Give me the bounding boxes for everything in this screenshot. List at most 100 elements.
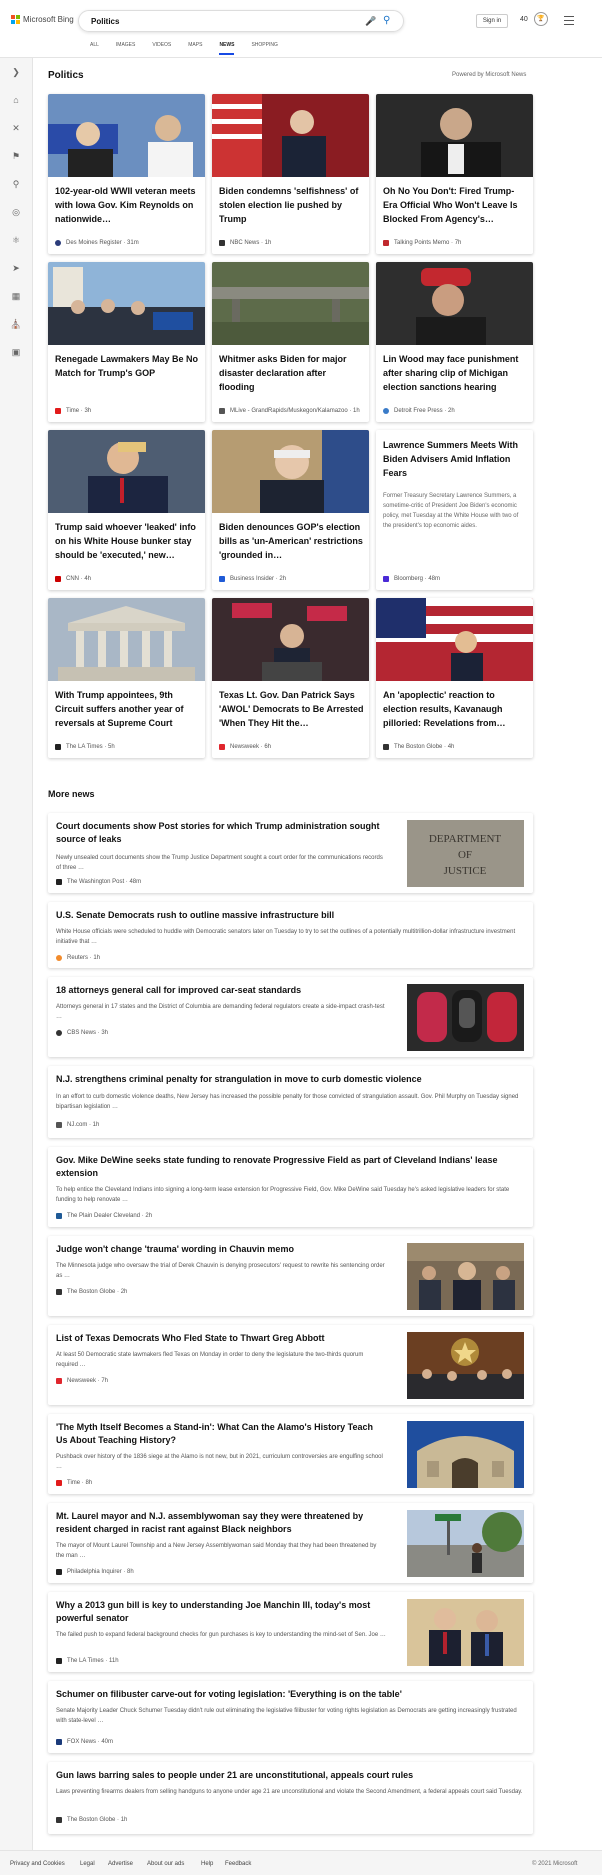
bing-logo[interactable]: Microsoft Bing bbox=[11, 15, 74, 24]
item-thumbnail: DEPARTMENT OF JUSTICE bbox=[407, 820, 524, 887]
list-item[interactable]: N.J. strengthens criminal penalty for st… bbox=[48, 1066, 533, 1138]
science-icon[interactable]: ⚛ bbox=[10, 234, 22, 246]
item-thumbnail bbox=[407, 984, 524, 1051]
card-headline: With Trump appointees, 9th Circuit suffe… bbox=[55, 690, 184, 728]
footer-link-about-ads[interactable]: About our ads bbox=[147, 1861, 184, 1867]
item-snippet: In an effort to curb domestic violence d… bbox=[56, 1094, 519, 1110]
source-logo-icon bbox=[56, 1480, 62, 1486]
news-card[interactable]: Trump said whoever 'leaked' info on his … bbox=[48, 430, 205, 590]
list-item[interactable]: 18 attorneys general call for improved c… bbox=[48, 977, 533, 1057]
item-source: The Boston Globe · 1h bbox=[56, 1817, 127, 1823]
card-image bbox=[48, 598, 205, 681]
card-source: Talking Points Memo · 7h bbox=[383, 240, 461, 246]
money-icon[interactable]: ▣ bbox=[10, 346, 22, 358]
source-logo-icon bbox=[383, 576, 389, 582]
item-snippet: Pushback over history of the 1836 siege … bbox=[56, 1454, 383, 1470]
news-card[interactable]: Biden denounces GOP's election bills as … bbox=[212, 430, 369, 590]
list-item[interactable]: Judge won't change 'trauma' wording in C… bbox=[48, 1236, 533, 1316]
list-item[interactable]: 'The Myth Itself Becomes a Stand-in': Wh… bbox=[48, 1414, 533, 1494]
footer-link-privacy[interactable]: Privacy and Cookies bbox=[10, 1861, 65, 1867]
list-item[interactable]: U.S. Senate Democrats rush to outline ma… bbox=[48, 902, 533, 968]
svg-text:DEPARTMENT: DEPARTMENT bbox=[429, 833, 502, 845]
list-item[interactable]: Gun laws barring sales to people under 2… bbox=[48, 1762, 533, 1834]
card-headline: Lin Wood may face punishment after shari… bbox=[383, 354, 519, 392]
list-item[interactable]: Why a 2013 gun bill is key to understand… bbox=[48, 1592, 533, 1672]
item-snippet: Senate Majority Leader Chuck Schumer Tue… bbox=[56, 1708, 517, 1724]
menu-icon[interactable] bbox=[564, 16, 574, 28]
item-headline: Court documents show Post stories for wh… bbox=[56, 821, 380, 844]
card-headline: Biden denounces GOP's election bills as … bbox=[219, 522, 363, 560]
sign-in-button[interactable]: Sign in bbox=[476, 14, 508, 28]
flag-icon[interactable]: ⚑ bbox=[10, 150, 22, 162]
search-icon[interactable]: ⚲ bbox=[383, 15, 390, 26]
powered-by[interactable]: Powered by Microsoft News bbox=[452, 72, 526, 78]
microsoft-logo-icon bbox=[11, 15, 20, 24]
item-headline: Gov. Mike DeWine seeks state funding to … bbox=[56, 1155, 498, 1178]
news-card[interactable]: Lawrence Summers Meets With Biden Advise… bbox=[376, 430, 533, 590]
item-source: FOX News · 40m bbox=[56, 1739, 113, 1745]
search-input[interactable]: Politics bbox=[91, 17, 119, 26]
card-source: The Boston Globe · 4h bbox=[383, 744, 454, 750]
list-item[interactable]: List of Texas Democrats Who Fled State t… bbox=[48, 1325, 533, 1405]
news-card[interactable]: An 'apoplectic' reaction to election res… bbox=[376, 598, 533, 758]
card-image bbox=[48, 262, 205, 345]
card-snippet: Former Treasury Secretary Lawrence Summe… bbox=[383, 493, 519, 529]
card-headline: Oh No You Don't: Fired Trump-Era Officia… bbox=[383, 186, 518, 224]
tab-news[interactable]: NEWS bbox=[219, 42, 235, 55]
tab-all[interactable]: ALL bbox=[90, 42, 99, 55]
search-box[interactable]: Politics 🎤 ⚲ bbox=[78, 10, 404, 32]
news-card[interactable]: Whitmer asks Biden for major disaster de… bbox=[212, 262, 369, 422]
list-item[interactable]: Schumer on filibuster carve-out for voti… bbox=[48, 1681, 533, 1753]
globe-icon[interactable]: ◎ bbox=[10, 206, 22, 218]
list-item[interactable]: Court documents show Post stories for wh… bbox=[48, 813, 533, 893]
card-image bbox=[212, 94, 369, 177]
card-source: MLive - GrandRapids/Muskegon/Kalamazoo ·… bbox=[219, 408, 360, 414]
home-icon[interactable]: ⌂ bbox=[10, 94, 22, 106]
item-source: The Washington Post · 48m bbox=[56, 879, 141, 885]
item-source: The Plain Dealer Cleveland · 2h bbox=[56, 1213, 152, 1219]
source-logo-icon bbox=[56, 1817, 62, 1823]
source-logo-icon bbox=[56, 1569, 62, 1575]
source-logo-icon bbox=[383, 240, 389, 246]
footer-link-legal[interactable]: Legal bbox=[80, 1861, 95, 1867]
item-source: The LA Times · 11h bbox=[56, 1658, 119, 1664]
source-logo-icon bbox=[219, 240, 225, 246]
tab-videos[interactable]: VIDEOS bbox=[152, 42, 171, 55]
card-image bbox=[376, 262, 533, 345]
news-card[interactable]: Biden condemns 'selfishness' of stolen e… bbox=[212, 94, 369, 254]
news-card[interactable]: Renegade Lawmakers May Be No Match for T… bbox=[48, 262, 205, 422]
item-source: NJ.com · 1h bbox=[56, 1122, 99, 1128]
item-headline: U.S. Senate Democrats rush to outline ma… bbox=[56, 910, 335, 920]
list-item[interactable]: Gov. Mike DeWine seeks state funding to … bbox=[48, 1147, 533, 1227]
tab-maps[interactable]: MAPS bbox=[188, 42, 202, 55]
expand-chevron-icon[interactable]: ❯ bbox=[10, 66, 22, 78]
item-headline: Gun laws barring sales to people under 2… bbox=[56, 1770, 414, 1780]
left-sidebar: ❯ ⌂ ✕ ⚑ ⚲ ◎ ⚛ ➤ ▦ ⛪ ▣ bbox=[0, 58, 33, 1858]
card-image bbox=[376, 598, 533, 681]
news-card[interactable]: Texas Lt. Gov. Dan Patrick Says 'AWOL' D… bbox=[212, 598, 369, 758]
rewards-points[interactable]: 40 bbox=[520, 16, 528, 23]
tab-shopping[interactable]: SHOPPING bbox=[251, 42, 277, 55]
news-card[interactable]: With Trump appointees, 9th Circuit suffe… bbox=[48, 598, 205, 758]
news-card[interactable]: 102-year-old WWII veteran meets with Iow… bbox=[48, 94, 205, 254]
location-icon[interactable]: ⚲ bbox=[10, 178, 22, 190]
footer-link-advertise[interactable]: Advertise bbox=[108, 1861, 133, 1867]
microphone-icon[interactable]: 🎤 bbox=[365, 16, 376, 27]
item-source: Philadelphia Inquirer · 8h bbox=[56, 1569, 134, 1575]
tab-images[interactable]: IMAGES bbox=[116, 42, 135, 55]
rewards-trophy-icon[interactable]: 🏆 bbox=[534, 12, 548, 26]
footer-link-help[interactable]: Help bbox=[201, 1861, 213, 1867]
entertainment-icon[interactable]: ▦ bbox=[10, 290, 22, 302]
source-logo-icon bbox=[383, 744, 389, 750]
source-logo-icon bbox=[383, 408, 389, 414]
footer-link-feedback[interactable]: Feedback bbox=[225, 1861, 251, 1867]
card-source: NBC News · 1h bbox=[219, 240, 271, 246]
list-item[interactable]: Mt. Laurel mayor and N.J. assemblywoman … bbox=[48, 1503, 533, 1583]
tools-icon[interactable]: ✕ bbox=[10, 122, 22, 134]
news-card[interactable]: Oh No You Don't: Fired Trump-Era Officia… bbox=[376, 94, 533, 254]
item-snippet: Laws preventing firearms dealers from se… bbox=[56, 1789, 523, 1795]
rocket-icon[interactable]: ➤ bbox=[10, 262, 22, 274]
news-card[interactable]: Lin Wood may face punishment after shari… bbox=[376, 262, 533, 422]
card-headline: 102-year-old WWII veteran meets with Iow… bbox=[55, 186, 196, 224]
politics-icon[interactable]: ⛪ bbox=[10, 318, 22, 330]
